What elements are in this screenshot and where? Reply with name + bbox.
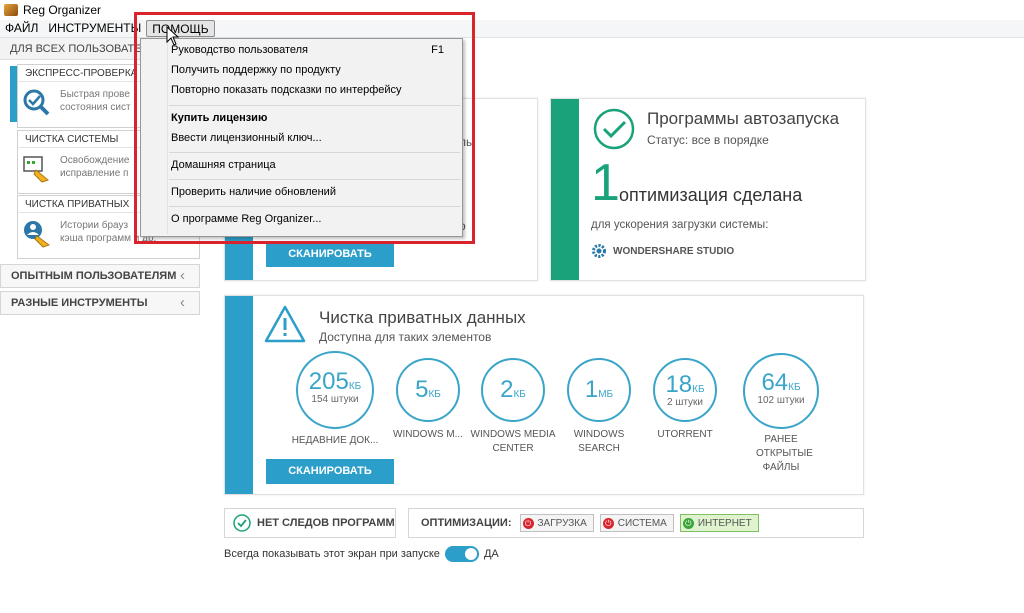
privacy-item-windows-m[interactable]: 5КБ [396, 358, 460, 422]
broom-window-icon [23, 156, 50, 183]
sidebar-section-label: РАЗНЫЕ ИНСТРУМЕНТЫ [11, 297, 148, 309]
optimization-count: 1 [591, 154, 620, 212]
warning-icon [264, 305, 306, 343]
highlight-frame [134, 12, 475, 244]
item-count: 102 штуки [757, 395, 805, 406]
privacy-item-media-center[interactable]: 2КБ [481, 358, 545, 422]
size-unit: МБ [598, 389, 614, 400]
autorun-title: Программы автозапуска [647, 109, 840, 128]
item-count: 2 штуки [666, 397, 703, 408]
no-traces-label: НЕТ СЛЕДОВ ПРОГРАММ [257, 517, 395, 529]
privacy-item-recent-files[interactable]: 64КБ 102 штуки [743, 353, 819, 429]
sidebar-section-label: ОПЫТНЫМ ПОЛЬЗОВАТЕЛЯМ [11, 270, 177, 282]
opt-system-button[interactable]: ⏻ СИСТЕМА [599, 514, 674, 532]
privacy-title: Чистка приватных данных [319, 308, 526, 327]
size-value: 2 [500, 376, 514, 403]
autorun-status: Статус: все в порядке [647, 133, 769, 147]
startup-toggle-value: ДА [483, 548, 499, 560]
sidebar-item-desc: Освобождение [60, 155, 130, 166]
size-unit: КБ [513, 389, 526, 400]
privacy-item-label: WINDOWS MEDIA CENTER [470, 429, 556, 454]
autorun-app-entry[interactable]: WONDERSHARE STUDIO [591, 243, 734, 259]
app-icon [4, 4, 18, 16]
privacy-item-recent-docs[interactable]: 205КБ 154 штуки [296, 351, 374, 429]
item-count: 154 штуки [311, 394, 359, 405]
scan-button[interactable]: СКАНИРОВАТЬ [266, 242, 394, 267]
privacy-subtitle: Доступна для таких элементов [319, 330, 492, 344]
opt-system-label: СИСТЕМА [617, 517, 667, 529]
no-traces-status[interactable]: НЕТ СЛЕДОВ ПРОГРАММ [224, 508, 396, 538]
optimizations-bar: ОПТИМИЗАЦИИ: ⏻ ЗАГРУЗКА ⏻ СИСТЕМА ⏻ ИНТЕ… [408, 508, 864, 538]
sidebar-item-desc: исправление п [60, 168, 129, 179]
privacy-item-label: WINDOWS SEARCH [573, 429, 625, 454]
panel-stripe [551, 99, 579, 280]
power-icon: ⏻ [522, 517, 534, 529]
size-value: 1 [584, 376, 599, 403]
startup-toggle-row: Всегда показывать этот экран при запуске… [224, 546, 499, 562]
menu-tools[interactable]: ИНСТРУМЕНТЫ [43, 20, 146, 37]
startup-toggle[interactable] [444, 546, 479, 562]
autorun-panel: Программы автозапуска Статус: все в поря… [550, 98, 866, 281]
size-unit: КБ [428, 389, 441, 400]
optimizations-label: ОПТИМИЗАЦИИ: [421, 517, 512, 529]
privacy-item-label: WINDOWS M... [393, 429, 463, 440]
power-icon: ⏻ [602, 517, 614, 529]
sidebar-item-desc: Быстрая прове [60, 89, 130, 100]
privacy-broom-icon [24, 221, 51, 248]
startup-toggle-label: Всегда показывать этот экран при запуске [224, 548, 440, 560]
size-value: 5 [415, 376, 429, 403]
cursor-icon [166, 26, 180, 46]
optimization-done-text: оптимизация сделана [619, 185, 803, 205]
check-circle-icon [233, 514, 251, 532]
size-value: 18 [665, 371, 693, 398]
opt-internet-label: ИНТЕРНЕТ [697, 517, 752, 529]
privacy-item-label: UTORRENT [657, 429, 713, 440]
sidebar-item-desc: состояния сист [60, 102, 131, 113]
privacy-item-label: НЕДАВНИЕ ДОК... [291, 435, 379, 446]
autorun-app-name: WONDERSHARE STUDIO [613, 245, 735, 257]
privacy-item-utorrent[interactable]: 18КБ 2 штуки [653, 358, 717, 422]
size-value: 64 [761, 369, 789, 396]
chevron-left-icon: ‹ [180, 294, 185, 311]
optimization-purpose: для ускорения загрузки системы: [591, 219, 769, 231]
privacy-panel: Чистка приватных данных Доступна для так… [224, 295, 864, 495]
sidebar-section-tools[interactable]: РАЗНЫЕ ИНСТРУМЕНТЫ ‹ [0, 291, 200, 315]
gear-icon [592, 244, 606, 258]
size-unit: КБ [692, 384, 705, 395]
privacy-scan-button[interactable]: СКАНИРОВАТЬ [266, 459, 394, 484]
privacy-item-windows-search[interactable]: 1МБ [567, 358, 631, 422]
selected-indicator [10, 66, 17, 122]
size-value: 205 [308, 368, 349, 395]
panel-stripe [225, 296, 253, 494]
privacy-item-label: РАНЕЕ ОТКРЫТЫЕ ФАЙЛЫ [756, 434, 813, 473]
opt-internet-button[interactable]: ⏻ ИНТЕРНЕТ [679, 514, 759, 532]
magnifier-check-icon [23, 89, 50, 116]
check-circle-icon [593, 108, 635, 150]
size-unit: КБ [788, 382, 801, 393]
sidebar-section-advanced[interactable]: ОПЫТНЫМ ПОЛЬЗОВАТЕЛЯМ ‹ [0, 264, 200, 288]
power-icon: ⏻ [682, 517, 694, 529]
opt-boot-label: ЗАГРУЗКА [537, 517, 587, 529]
chevron-left-icon: ‹ [180, 267, 185, 284]
menu-file[interactable]: ФАЙЛ [0, 20, 43, 37]
opt-boot-button[interactable]: ⏻ ЗАГРУЗКА [519, 514, 594, 532]
window-title: Reg Organizer [23, 3, 102, 17]
size-unit: КБ [348, 381, 362, 392]
